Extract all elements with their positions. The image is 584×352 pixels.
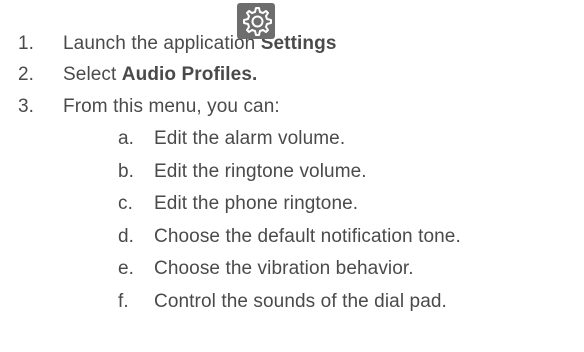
substep-f-text: Control the sounds of the dial pad. bbox=[154, 291, 447, 312]
substep-e-text: Choose the vibration behavior. bbox=[154, 258, 414, 279]
step-1-number: 1. bbox=[18, 33, 35, 54]
step-2-number: 2. bbox=[18, 64, 35, 85]
substep-f-letter: f. bbox=[118, 291, 129, 312]
instruction-document: 1. Launch the application Settings . 2. … bbox=[0, 0, 584, 352]
step-3-number: 3. bbox=[18, 96, 35, 117]
step-3-text: From this menu, you can: bbox=[63, 96, 280, 117]
substep-c-text: Edit the phone ringtone. bbox=[154, 193, 359, 214]
substep-e-letter: e. bbox=[118, 258, 135, 279]
step-1-period: . bbox=[275, 33, 281, 54]
substep-b-text: Edit the ringtone volume. bbox=[154, 161, 367, 182]
settings-gear-icon bbox=[237, 3, 275, 39]
step-2-text: Select bbox=[63, 64, 122, 85]
substep-d-text: Choose the default notification tone. bbox=[154, 226, 461, 247]
substep-b-letter: b. bbox=[118, 161, 135, 182]
substep-a-text: Edit the alarm volume. bbox=[154, 128, 346, 149]
step-1-text: Launch the application bbox=[63, 33, 261, 54]
substep-c-letter: c. bbox=[118, 193, 133, 214]
substep-d-letter: d. bbox=[118, 226, 135, 247]
step-2-menu-name: Audio Profiles. bbox=[121, 64, 258, 85]
substep-a-letter: a. bbox=[118, 128, 135, 149]
